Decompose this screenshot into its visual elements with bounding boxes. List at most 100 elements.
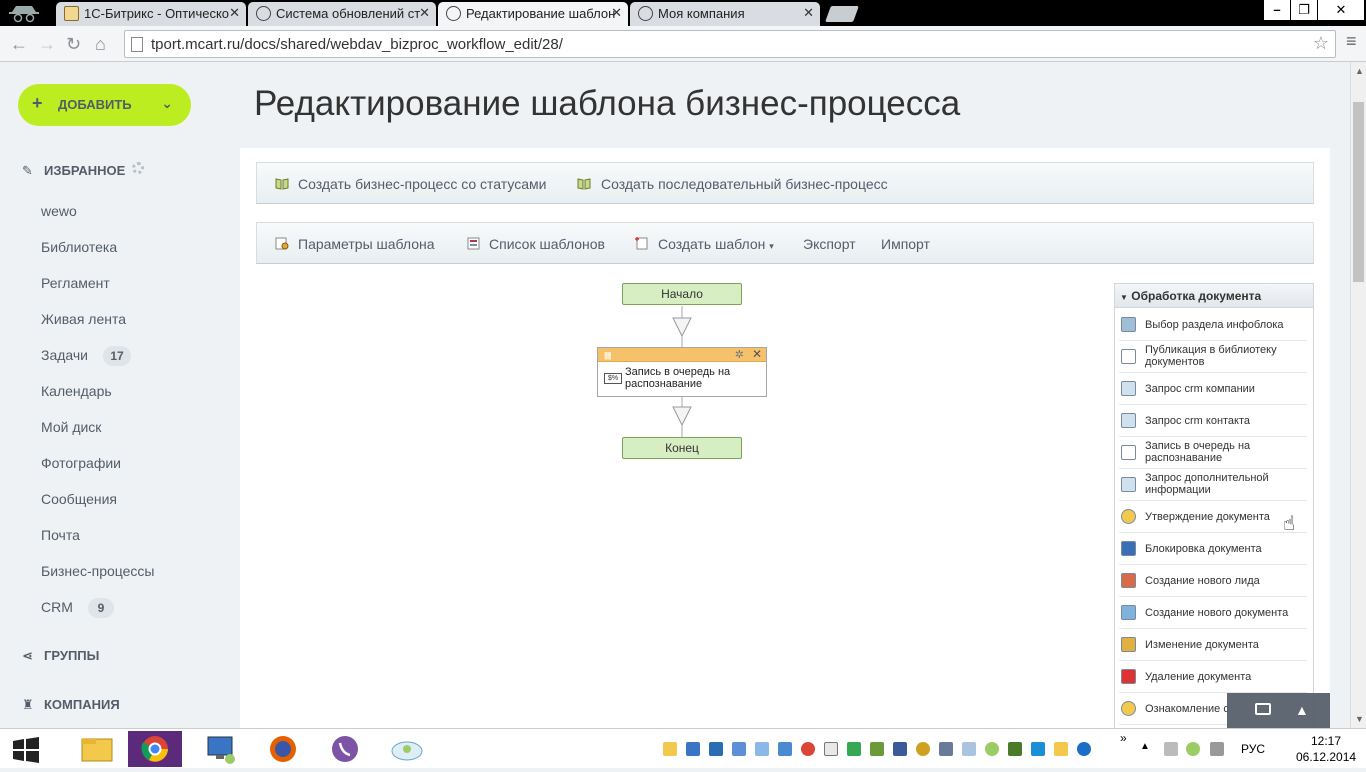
activity-item[interactable]: Создание нового лида [1119, 565, 1307, 597]
volume-icon[interactable] [1210, 742, 1224, 756]
remote-desktop-icon[interactable] [194, 731, 248, 767]
quicklaunch-notes-icon[interactable] [1054, 742, 1068, 756]
sidebar-item-mail[interactable]: Почта [41, 527, 80, 543]
scroll-up-icon[interactable]: ▲ [1355, 66, 1364, 76]
create-status-process-link[interactable]: Создать бизнес-процесс со статусами [298, 176, 546, 192]
quicklaunch-box-icon[interactable] [962, 742, 976, 756]
address-bar[interactable]: tport.mcart.ru/docs/shared/webdav_bizpro… [124, 30, 1336, 58]
quicklaunch-image-icon[interactable] [870, 742, 884, 756]
activity-item[interactable]: Запрос crm контакта [1119, 405, 1307, 437]
quicklaunch-python-icon[interactable] [893, 742, 907, 756]
favorites-section-title[interactable]: ✎ ИЗБРАННОЕ [22, 163, 125, 179]
quicklaunch-network-icon[interactable] [709, 742, 723, 756]
activity-block[interactable]: |||||| ✲ ✕ $% Запись в очередь на распоз… [597, 347, 767, 397]
sidebar-item-crm[interactable]: CRM [41, 599, 73, 615]
quicklaunch-display-icon[interactable] [778, 742, 792, 756]
sidebar-item-photos[interactable]: Фотографии [41, 455, 121, 471]
tab-my-company[interactable]: Моя компания ✕ [630, 2, 820, 26]
quicklaunch-app-icon[interactable] [916, 742, 930, 756]
activity-header[interactable]: |||||| ✲ ✕ [598, 347, 766, 362]
cloud-app-icon[interactable] [380, 731, 434, 767]
close-icon[interactable]: ✕ [803, 5, 814, 21]
reload-icon[interactable]: ↻ [66, 34, 81, 55]
firefox-icon[interactable] [256, 731, 310, 767]
sidebar-item-wewo[interactable]: wewo [41, 203, 77, 219]
home-icon[interactable]: ⌂ [95, 34, 106, 55]
sidebar-item-messages[interactable]: Сообщения [41, 491, 117, 507]
export-link[interactable]: Экспорт [803, 236, 856, 252]
tray-arrow-icon[interactable]: ▲ [1140, 741, 1150, 752]
quicklaunch-chrome-icon[interactable] [801, 742, 815, 756]
quicklaunch-skype-icon[interactable] [1031, 742, 1045, 756]
scrollbar-thumb[interactable] [1353, 102, 1364, 282]
gear-icon[interactable]: ✲ [735, 348, 744, 361]
activity-item[interactable]: Выбор раздела инфоблока [1119, 309, 1307, 341]
tray-sync-icon[interactable] [1186, 742, 1200, 756]
tab-bitrix-ocr[interactable]: 1С-Битрикс - Оптическо ✕ [56, 2, 246, 26]
system-clock[interactable]: 12:17 06.12.2014 [1296, 733, 1356, 765]
quicklaunch-settings-icon[interactable] [939, 742, 953, 756]
close-icon[interactable]: ✕ [419, 5, 430, 21]
add-button[interactable]: + ДОБАВИТЬ ⌄ [18, 84, 191, 126]
tray-device-icon[interactable] [1164, 742, 1178, 756]
file-explorer-icon[interactable] [70, 731, 124, 767]
create-sequential-process-link[interactable]: Создать последовательный бизнес-процесс [601, 176, 888, 192]
activity-item[interactable]: Запрос дополнительной информации [1119, 469, 1307, 501]
start-block[interactable]: Начало [622, 283, 742, 305]
browser-menu-icon[interactable]: ≡ [1346, 32, 1360, 50]
sidebar-item-tasks[interactable]: Задачи [41, 347, 88, 363]
create-template-dropdown[interactable]: Создать шаблон ▾ [658, 236, 774, 252]
activity-item[interactable]: Изменение документа [1119, 629, 1307, 661]
template-params-link[interactable]: Параметры шаблона [298, 236, 435, 252]
close-icon[interactable]: ✕ [611, 5, 622, 21]
company-section-title[interactable]: ♜ КОМПАНИЯ [22, 697, 120, 713]
quicklaunch-folder-icon[interactable] [663, 742, 677, 756]
quicklaunch-monitor-icon[interactable] [732, 742, 746, 756]
activity-item[interactable]: Запрос crm компании [1119, 373, 1307, 405]
language-indicator[interactable]: РУС [1241, 742, 1265, 756]
new-tab-button[interactable] [825, 6, 859, 22]
page-scrollbar[interactable]: ▲ ▼ [1350, 62, 1366, 728]
activity-item[interactable]: Запись в очередь на распознавание [1119, 437, 1307, 469]
viber-icon[interactable] [318, 731, 372, 767]
sidebar-item-my-disk[interactable]: Мой диск [41, 419, 101, 435]
quicklaunch-recycle-icon[interactable] [755, 742, 769, 756]
settings-gear-icon[interactable] [132, 162, 144, 174]
close-window-button[interactable]: ✕ [1318, 0, 1364, 20]
maximize-button[interactable]: ❐ [1291, 0, 1317, 20]
close-icon[interactable]: ✕ [229, 5, 240, 21]
sidebar-item-calendar[interactable]: Календарь [41, 383, 112, 399]
activity-item[interactable]: Публикация в библиотеку документов [1119, 341, 1307, 373]
sidebar-item-live-feed[interactable]: Живая лента [41, 311, 126, 327]
drag-handle-icon[interactable]: |||||| [604, 351, 612, 360]
sidebar-item-library[interactable]: Библиотека [41, 239, 117, 255]
quicklaunch-cloud-icon[interactable] [985, 742, 999, 756]
end-block[interactable]: Конец [622, 437, 742, 459]
activity-item[interactable]: Создание нового документа [1119, 597, 1307, 629]
activity-item[interactable]: Блокировка документа [1119, 533, 1307, 565]
bell-icon[interactable]: ▲ [1295, 702, 1309, 718]
url-text[interactable]: tport.mcart.ru/docs/shared/webdav_bizpro… [151, 36, 563, 53]
sidebar-item-regulations[interactable]: Регламент [41, 275, 110, 291]
chat-icon[interactable] [1255, 703, 1271, 715]
quicklaunch-window-icon[interactable] [824, 742, 838, 756]
toolbar-expand-icon[interactable]: » [1120, 731, 1127, 745]
activity-panel-header[interactable]: ▼ Обработка документа [1115, 284, 1313, 308]
tab-template-edit[interactable]: Редактирование шаблон ✕ [438, 2, 628, 26]
forward-arrow-icon[interactable]: → [38, 34, 56, 55]
back-arrow-icon[interactable]: ← [10, 34, 28, 55]
groups-section-title[interactable]: ⋖ ГРУППЫ [22, 648, 99, 664]
windows-start-icon[interactable] [12, 737, 40, 763]
minimize-button[interactable]: – [1264, 0, 1290, 20]
tab-update-system[interactable]: Система обновлений ст ✕ [248, 2, 436, 26]
import-link[interactable]: Импорт [881, 236, 930, 252]
quicklaunch-computer-icon[interactable] [686, 742, 700, 756]
chrome-taskbar-button[interactable] [128, 731, 182, 767]
scroll-down-icon[interactable]: ▼ [1355, 714, 1364, 724]
sidebar-item-business-processes[interactable]: Бизнес-процессы [41, 563, 154, 579]
close-icon[interactable]: ✕ [752, 347, 762, 361]
activity-item[interactable]: Удаление документа [1119, 661, 1307, 693]
quicklaunch-onedrive-icon[interactable] [1077, 742, 1091, 756]
quicklaunch-drive-icon[interactable] [847, 742, 861, 756]
bookmark-star-icon[interactable]: ☆ [1313, 33, 1329, 54]
